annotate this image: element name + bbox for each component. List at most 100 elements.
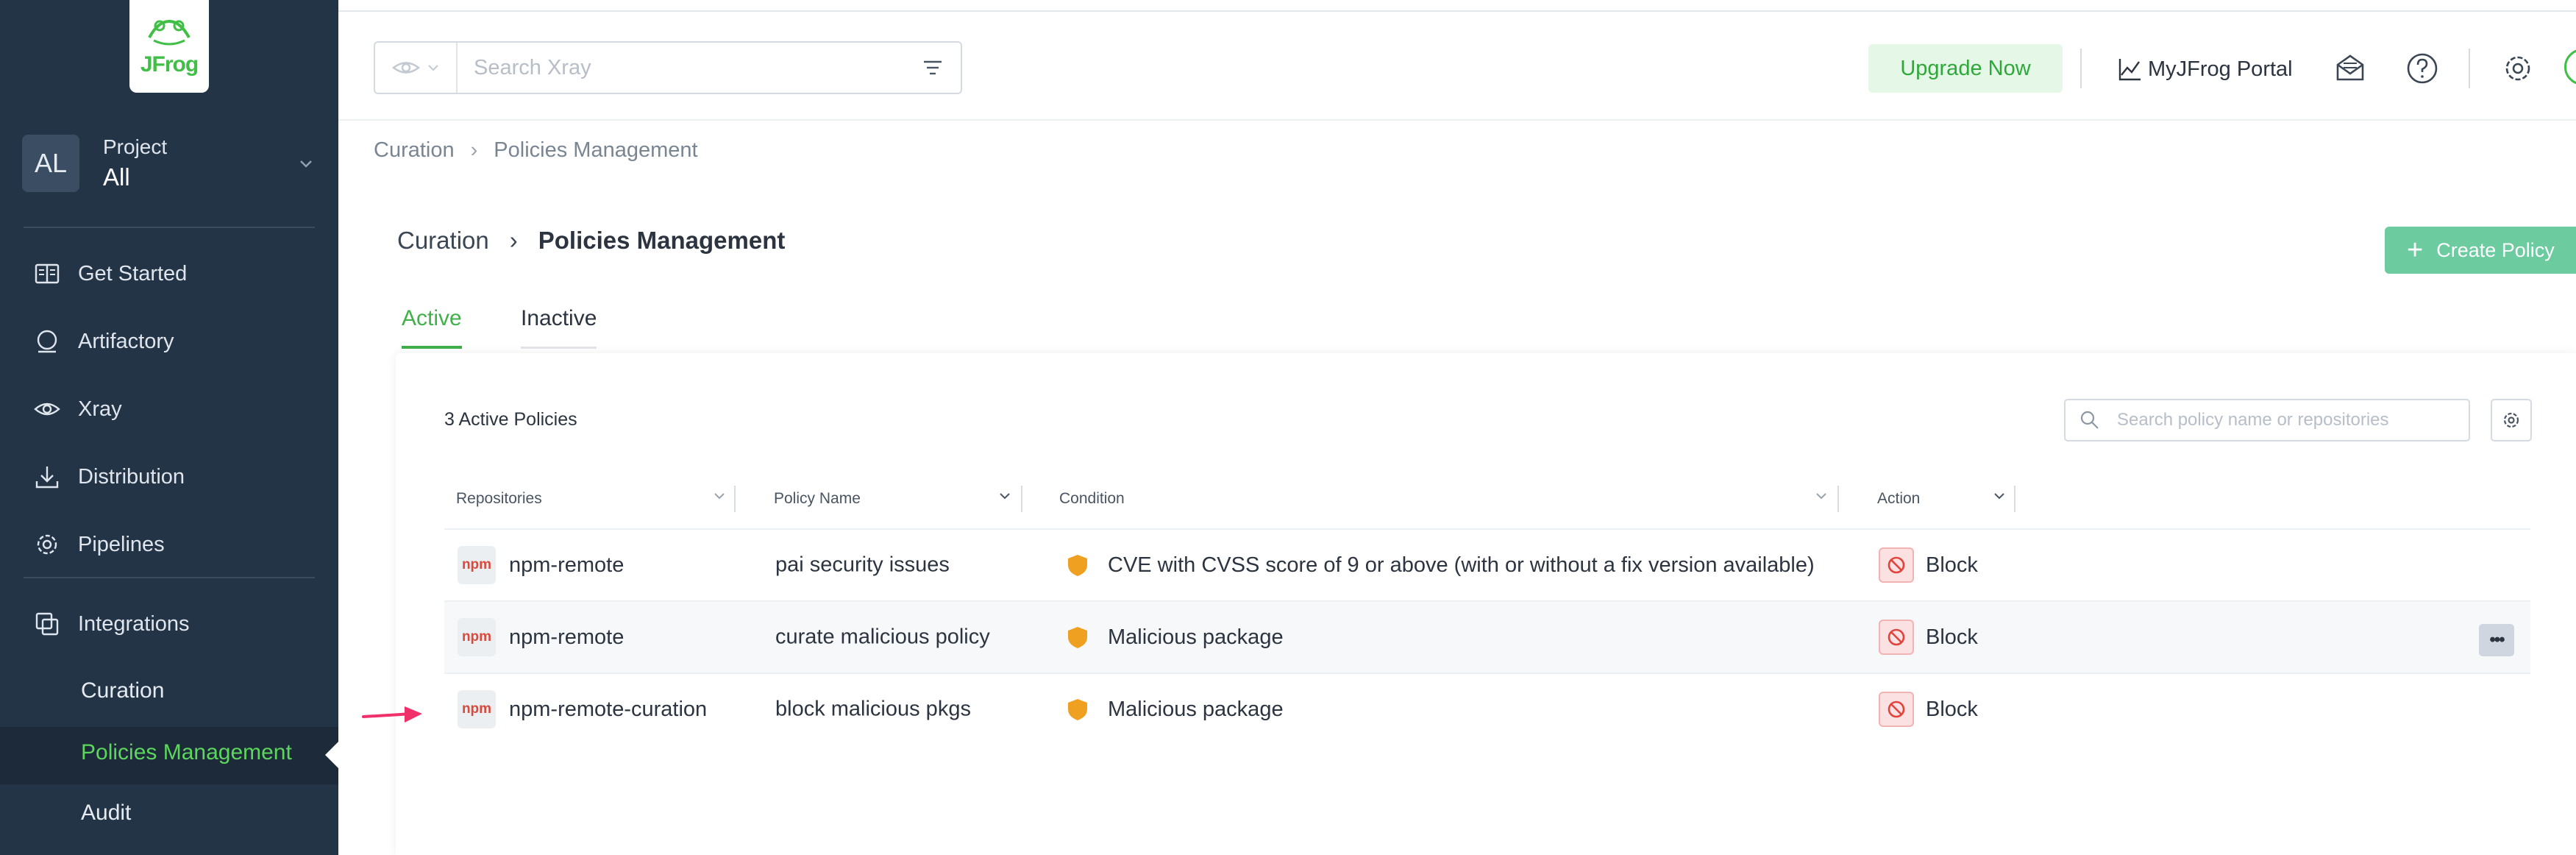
sidebar-item-artifactory[interactable]: Artifactory	[32, 321, 174, 362]
circle-icon	[37, 330, 57, 353]
breadcrumb-current: Policies Management	[494, 138, 698, 162]
create-policy-button[interactable]: + Create Policy	[2385, 227, 2576, 274]
project-selector[interactable]: AL Project All	[22, 128, 316, 199]
sidebar-item-pipelines[interactable]: Pipelines	[32, 524, 165, 565]
block-icon	[1879, 547, 1914, 583]
shield-icon	[1068, 627, 1087, 648]
action-text: Block	[1926, 553, 1978, 577]
filter-icon[interactable]	[918, 53, 947, 82]
sidebar-item-integrations[interactable]: Integrations	[32, 603, 190, 645]
column-resize-handle[interactable]	[2014, 486, 2015, 512]
topbar-divider	[2080, 49, 2082, 88]
shield-icon	[1068, 699, 1087, 720]
top-border	[338, 10, 2576, 12]
column-resize-handle[interactable]	[734, 486, 736, 512]
repository-cell: npm npm-remote-curation	[458, 690, 707, 728]
topbar-divider	[2469, 49, 2470, 88]
plus-icon: +	[2407, 235, 2424, 266]
chevron-down-icon	[300, 160, 312, 168]
sidebar-subitem-audit[interactable]: Audit	[81, 801, 131, 826]
portal-label: MyJFrog Portal	[2148, 57, 2293, 81]
action-text: Block	[1926, 625, 1978, 649]
annotation-arrow-icon	[362, 706, 422, 723]
action-cell: Block	[1879, 692, 1978, 727]
breadcrumb-curation[interactable]: Curation	[374, 138, 455, 163]
policy-search	[2064, 399, 2470, 441]
chevron-down-icon[interactable]	[996, 487, 1014, 505]
sidebar-item-distribution[interactable]: Distribution	[32, 456, 185, 497]
project-value: All	[103, 163, 130, 191]
policy-name: curate malicious policy	[775, 625, 990, 649]
sidebar-item-label: Xray	[78, 397, 122, 421]
column-header-repositories[interactable]: Repositories	[456, 490, 542, 508]
sidebar-item-label: Get Started	[78, 261, 188, 285]
condition-text: Malicious package	[1108, 697, 1284, 721]
search-icon	[2080, 411, 2099, 429]
row-more-actions-button[interactable]: •••	[2479, 624, 2514, 656]
upgrade-button[interactable]: Upgrade Now	[1868, 44, 2063, 93]
user-status-icon[interactable]	[2564, 49, 2576, 85]
table-settings-button[interactable]	[2491, 399, 2532, 441]
eye-icon	[34, 402, 60, 416]
chevron-down-icon[interactable]	[711, 487, 728, 505]
search-input[interactable]	[458, 43, 918, 93]
repository-cell: npm npm-remote	[458, 618, 624, 656]
sidebar-subitem-policies-management[interactable]: Policies Management	[81, 740, 292, 765]
sidebar-divider	[24, 577, 315, 578]
tab-inactive[interactable]: Inactive	[521, 306, 597, 349]
global-search	[374, 41, 962, 94]
chevron-down-icon[interactable]	[1990, 487, 2008, 505]
block-icon	[1879, 620, 1914, 655]
condition-text: Malicious package	[1108, 625, 1284, 649]
table-row[interactable]: npm npm-remote pai security issues CVE w…	[444, 530, 2530, 600]
column-header-action[interactable]: Action	[1877, 490, 1920, 508]
sidebar: JFrog AL Project All Get Started Artifac…	[0, 0, 338, 855]
page-title: Curation › Policies Management	[397, 227, 785, 255]
help-icon[interactable]	[2404, 50, 2441, 87]
npm-icon: npm	[458, 618, 496, 656]
sidebar-item-label: Pipelines	[78, 532, 165, 556]
column-header-policy-name[interactable]: Policy Name	[774, 490, 861, 508]
avatar: AL	[22, 135, 79, 192]
myjfrog-portal-link[interactable]: MyJFrog Portal	[2117, 50, 2293, 88]
eye-icon	[392, 62, 420, 74]
settings-icon[interactable]	[2499, 50, 2536, 87]
action-text: Block	[1926, 697, 1978, 721]
download-icon	[35, 466, 59, 489]
sidebar-item-get-started[interactable]: Get Started	[32, 253, 187, 294]
chevron-right-icon: ›	[470, 138, 478, 162]
repository-name: npm-remote-curation	[509, 697, 708, 721]
breadcrumb: Curation › Policies Management	[374, 138, 698, 163]
header-divider	[338, 119, 2576, 121]
repository-name: npm-remote	[509, 625, 625, 649]
gear-icon	[2503, 412, 2519, 428]
page-title-current: Policies Management	[538, 227, 786, 254]
tab-active[interactable]: Active	[402, 306, 462, 349]
create-policy-label: Create Policy	[2436, 238, 2555, 261]
book-icon	[35, 263, 60, 284]
search-scope-selector[interactable]	[375, 43, 458, 93]
repository-name: npm-remote	[509, 553, 625, 577]
chevron-down-icon[interactable]	[1812, 487, 1830, 505]
sidebar-divider	[24, 227, 315, 228]
column-resize-handle[interactable]	[1021, 486, 1022, 512]
column-header-condition[interactable]: Condition	[1059, 490, 1125, 508]
gear-icon	[37, 534, 57, 555]
policy-search-input[interactable]	[2117, 410, 2455, 430]
mail-icon[interactable]	[2332, 50, 2369, 87]
page-title-curation[interactable]: Curation	[397, 227, 489, 255]
sidebar-subitem-curation[interactable]: Curation	[81, 678, 164, 703]
chevron-down-icon	[428, 65, 438, 71]
chart-line-icon	[2118, 59, 2141, 81]
sidebar-item-xray[interactable]: Xray	[32, 389, 122, 430]
block-icon	[1879, 692, 1914, 727]
condition-cell: Malicious package	[1065, 625, 1284, 650]
shield-icon	[1068, 555, 1087, 576]
policy-name: block malicious pkgs	[775, 697, 971, 721]
integrations-icon	[35, 612, 59, 636]
column-resize-handle[interactable]	[1837, 486, 1839, 512]
chevron-right-icon: ›	[509, 227, 518, 254]
table-row[interactable]: npm npm-remote-curation block malicious …	[444, 674, 2530, 745]
table-row[interactable]: npm npm-remote curate malicious policy M…	[444, 602, 2530, 673]
jfrog-logo[interactable]: JFrog	[129, 0, 209, 93]
